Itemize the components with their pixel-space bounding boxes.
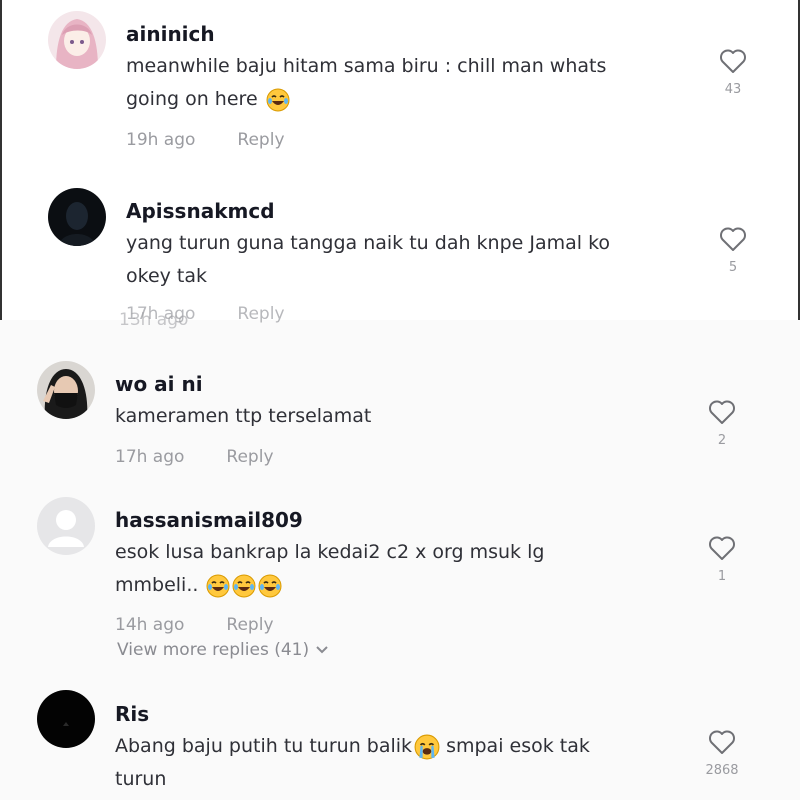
username[interactable]: hassanismail809 [115,508,303,532]
reply-button[interactable]: Reply [226,447,273,467]
comment-text-line: yang turun guna tangga naik tu dah knpe … [126,232,611,254]
comment-text-line: Abang baju putih tu turun balik smpai es… [115,730,590,763]
like-count: 1 [717,569,727,584]
username[interactable]: Apissnakmcd [126,199,275,223]
heart-icon [709,400,735,424]
like-count: 5 [728,260,738,275]
laughing-tears-emoji-icon [206,574,230,597]
comment-text-line: turun [115,768,167,790]
timestamp: 19h ago [126,130,196,150]
reply-button[interactable]: Reply [237,304,284,324]
heart-icon [720,49,746,73]
default-user-avatar-icon [37,497,95,555]
username[interactable]: wo ai ni [115,372,203,396]
like-button[interactable]: 5 [713,226,753,275]
timestamp: 14h ago [115,615,185,635]
comment-meta: 17h ago Reply [126,304,285,324]
heart-icon [709,536,735,560]
black-avatar-icon [37,690,95,748]
avatar[interactable] [48,188,106,246]
dark-photo-avatar-icon [48,188,106,246]
avatar[interactable] [37,361,95,419]
timestamp: 17h ago [126,304,196,324]
like-button[interactable]: 43 [713,48,753,97]
like-count: 43 [724,82,742,97]
like-button[interactable]: 2868 [702,729,742,778]
like-button[interactable]: 1 [702,535,742,584]
comment-text: Abang baju putih tu turun balik smpai es… [115,730,590,796]
comment-text-line: esok lusa bankrap la kedai2 c2 x org msu… [115,541,545,563]
heart-icon [709,730,735,754]
reply-button[interactable]: Reply [237,130,284,150]
laughing-tears-emoji-icon [232,574,256,597]
comment-text-line: going on here [126,83,606,116]
username[interactable]: aininich [126,22,215,46]
timestamp: 17h ago [115,447,185,467]
anime-avatar-icon [48,11,106,69]
comment-text-line: okey tak [126,265,208,287]
comment-text: kameramen ttp terselamat [115,400,371,433]
comment-text: yang turun guna tangga naik tu dah knpe … [126,227,610,293]
comment-text: esok lusa bankrap la kedai2 c2 x org msu… [115,536,544,602]
comment-meta: 17h ago Reply [115,447,274,467]
avatar[interactable] [37,690,95,748]
chevron-down-icon [316,646,328,654]
comment-text-line: kameramen ttp terselamat [115,405,372,427]
comment-text: meanwhile baju hitam sama biru : chill m… [126,50,606,116]
username[interactable]: Ris [115,702,149,726]
masked-person-avatar-icon [37,361,95,419]
reply-button[interactable]: Reply [226,615,273,635]
crying-face-emoji-icon [414,734,440,759]
avatar[interactable] [48,11,106,69]
like-button[interactable]: 2 [702,399,742,448]
avatar[interactable] [37,497,95,555]
comment-text-line: mmbeli.. [115,569,544,602]
like-count: 2 [717,433,727,448]
comment-meta: 14h ago Reply [115,615,274,635]
laughing-tears-emoji-icon [258,574,282,597]
comment-meta: 19h ago Reply [126,130,285,150]
laughing-tears-emoji-icon [266,88,290,111]
heart-icon [720,227,746,251]
comment-text-line: meanwhile baju hitam sama biru : chill m… [126,55,607,77]
like-count: 2868 [705,763,739,778]
view-more-replies-button[interactable]: View more replies (41) [117,640,329,660]
